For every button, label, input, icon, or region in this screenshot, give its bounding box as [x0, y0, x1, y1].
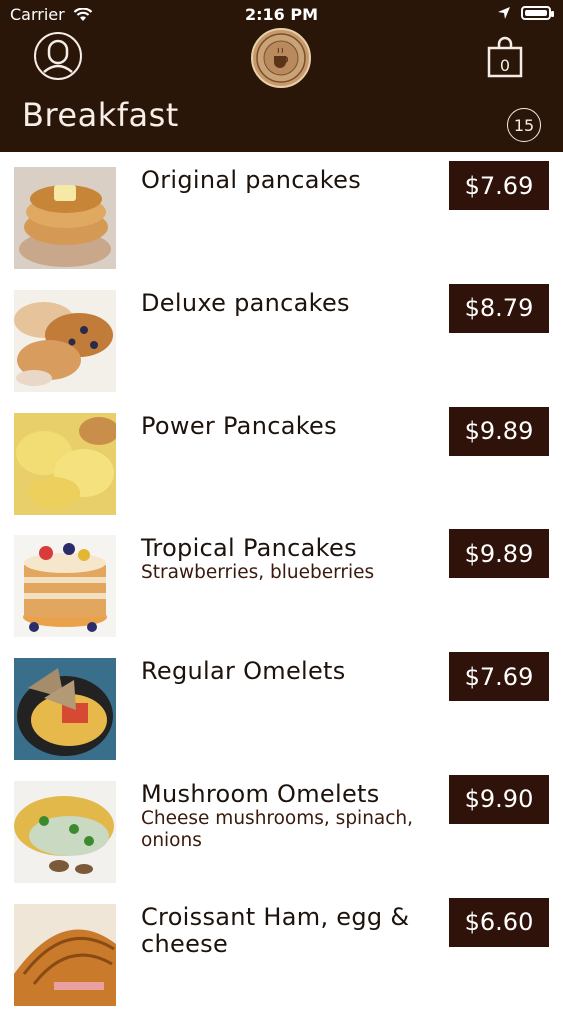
- price-button[interactable]: $6.60: [449, 897, 549, 947]
- profile-button[interactable]: [34, 32, 82, 80]
- item-name: Deluxe pancakes: [141, 288, 350, 317]
- category-title: Breakfast: [22, 96, 179, 134]
- item-count-badge: 15: [507, 108, 541, 142]
- price-button[interactable]: $7.69: [449, 161, 549, 210]
- item-photo: [14, 289, 116, 392]
- price-button[interactable]: $8.79: [449, 283, 549, 333]
- price-button[interactable]: $9.90: [449, 774, 549, 824]
- category-bar: Breakfast 15: [0, 90, 563, 152]
- status-bar: Carrier 2:16 PM: [0, 0, 563, 30]
- item-name: Power Pancakes: [141, 411, 337, 440]
- item-photo: [14, 412, 116, 515]
- item-description: Cheese mushrooms, spinach, onions: [141, 807, 414, 851]
- menu-item[interactable]: Regular Omelets $7.69: [0, 643, 563, 766]
- menu-item[interactable]: Original pancakes $7.69: [0, 152, 563, 275]
- menu-item[interactable]: Tropical Pancakes Strawberries, blueberr…: [0, 520, 563, 643]
- shopping-bag-icon: 0: [487, 36, 523, 78]
- user-icon: [43, 39, 73, 73]
- item-name: Original pancakes: [141, 166, 362, 194]
- status-time: 2:16 PM: [244, 5, 318, 24]
- item-photo: [14, 535, 116, 638]
- menu-item[interactable]: Croissant Ham, egg & cheese $6.60: [0, 889, 563, 1012]
- item-name: Mushroom Omelets Cheese mushrooms, spina…: [141, 780, 431, 852]
- cart-button[interactable]: 0: [487, 36, 523, 78]
- item-photo: [14, 167, 116, 269]
- item-photo: [14, 903, 116, 1006]
- price-button[interactable]: $9.89: [449, 529, 549, 579]
- price-button[interactable]: $7.69: [449, 652, 549, 702]
- svg-text:0: 0: [500, 56, 510, 75]
- item-photo: [14, 658, 116, 761]
- item-name: Croissant Ham, egg & cheese: [141, 902, 410, 958]
- battery-icon: [521, 6, 554, 20]
- item-name: Tropical Pancakes Strawberries, blueberr…: [141, 535, 431, 584]
- price-button[interactable]: $9.89: [449, 406, 549, 456]
- nav-bar: 0: [0, 28, 563, 88]
- brand-logo: [251, 28, 311, 88]
- app-header: Carrier 2:16 PM 0 Breakfast 15: [0, 0, 563, 152]
- menu-list: Original pancakes $7.69 Deluxe pancakes …: [0, 152, 563, 1012]
- location-arrow-icon: [498, 7, 510, 19]
- menu-item[interactable]: Deluxe pancakes $8.79: [0, 275, 563, 398]
- item-photo: [14, 780, 116, 883]
- menu-item[interactable]: Mushroom Omelets Cheese mushrooms, spina…: [0, 766, 563, 889]
- menu-item[interactable]: Power Pancakes $9.89: [0, 398, 563, 521]
- coffee-seal-icon: [256, 33, 306, 83]
- item-name: Regular Omelets: [141, 657, 346, 686]
- item-description: Strawberries, blueberries: [141, 562, 375, 584]
